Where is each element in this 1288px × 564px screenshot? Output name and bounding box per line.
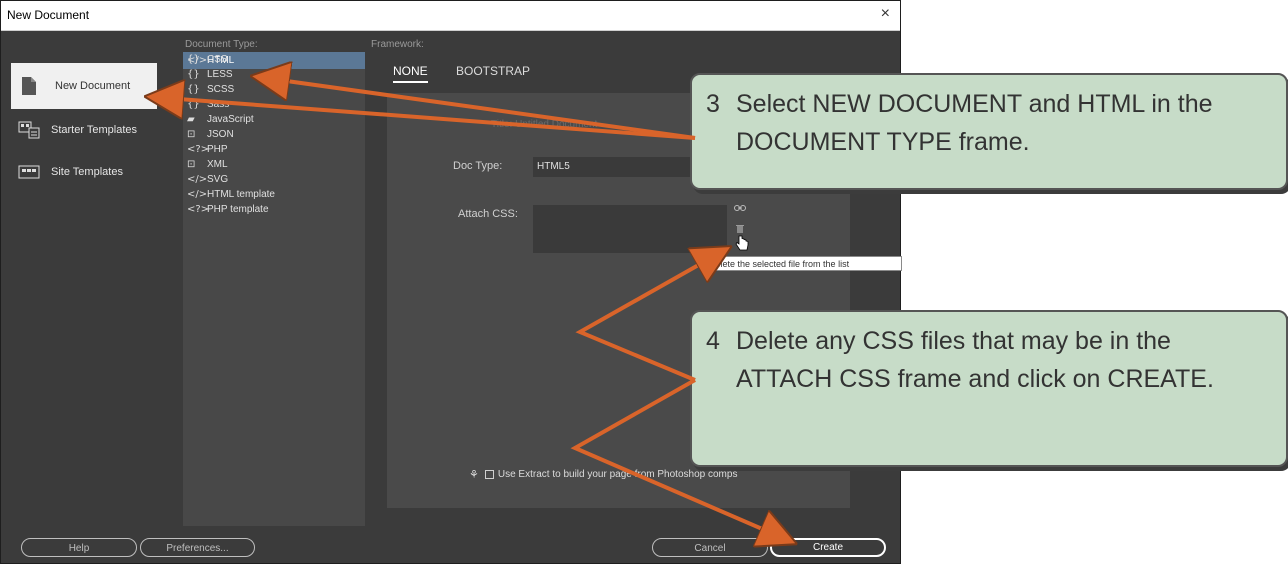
arrow-to-create — [570, 378, 790, 541]
annotation-arrows — [0, 0, 1288, 564]
arrow-to-trash — [575, 250, 725, 382]
arrow-to-html — [258, 77, 696, 140]
arrow-to-new-document — [152, 97, 696, 140]
